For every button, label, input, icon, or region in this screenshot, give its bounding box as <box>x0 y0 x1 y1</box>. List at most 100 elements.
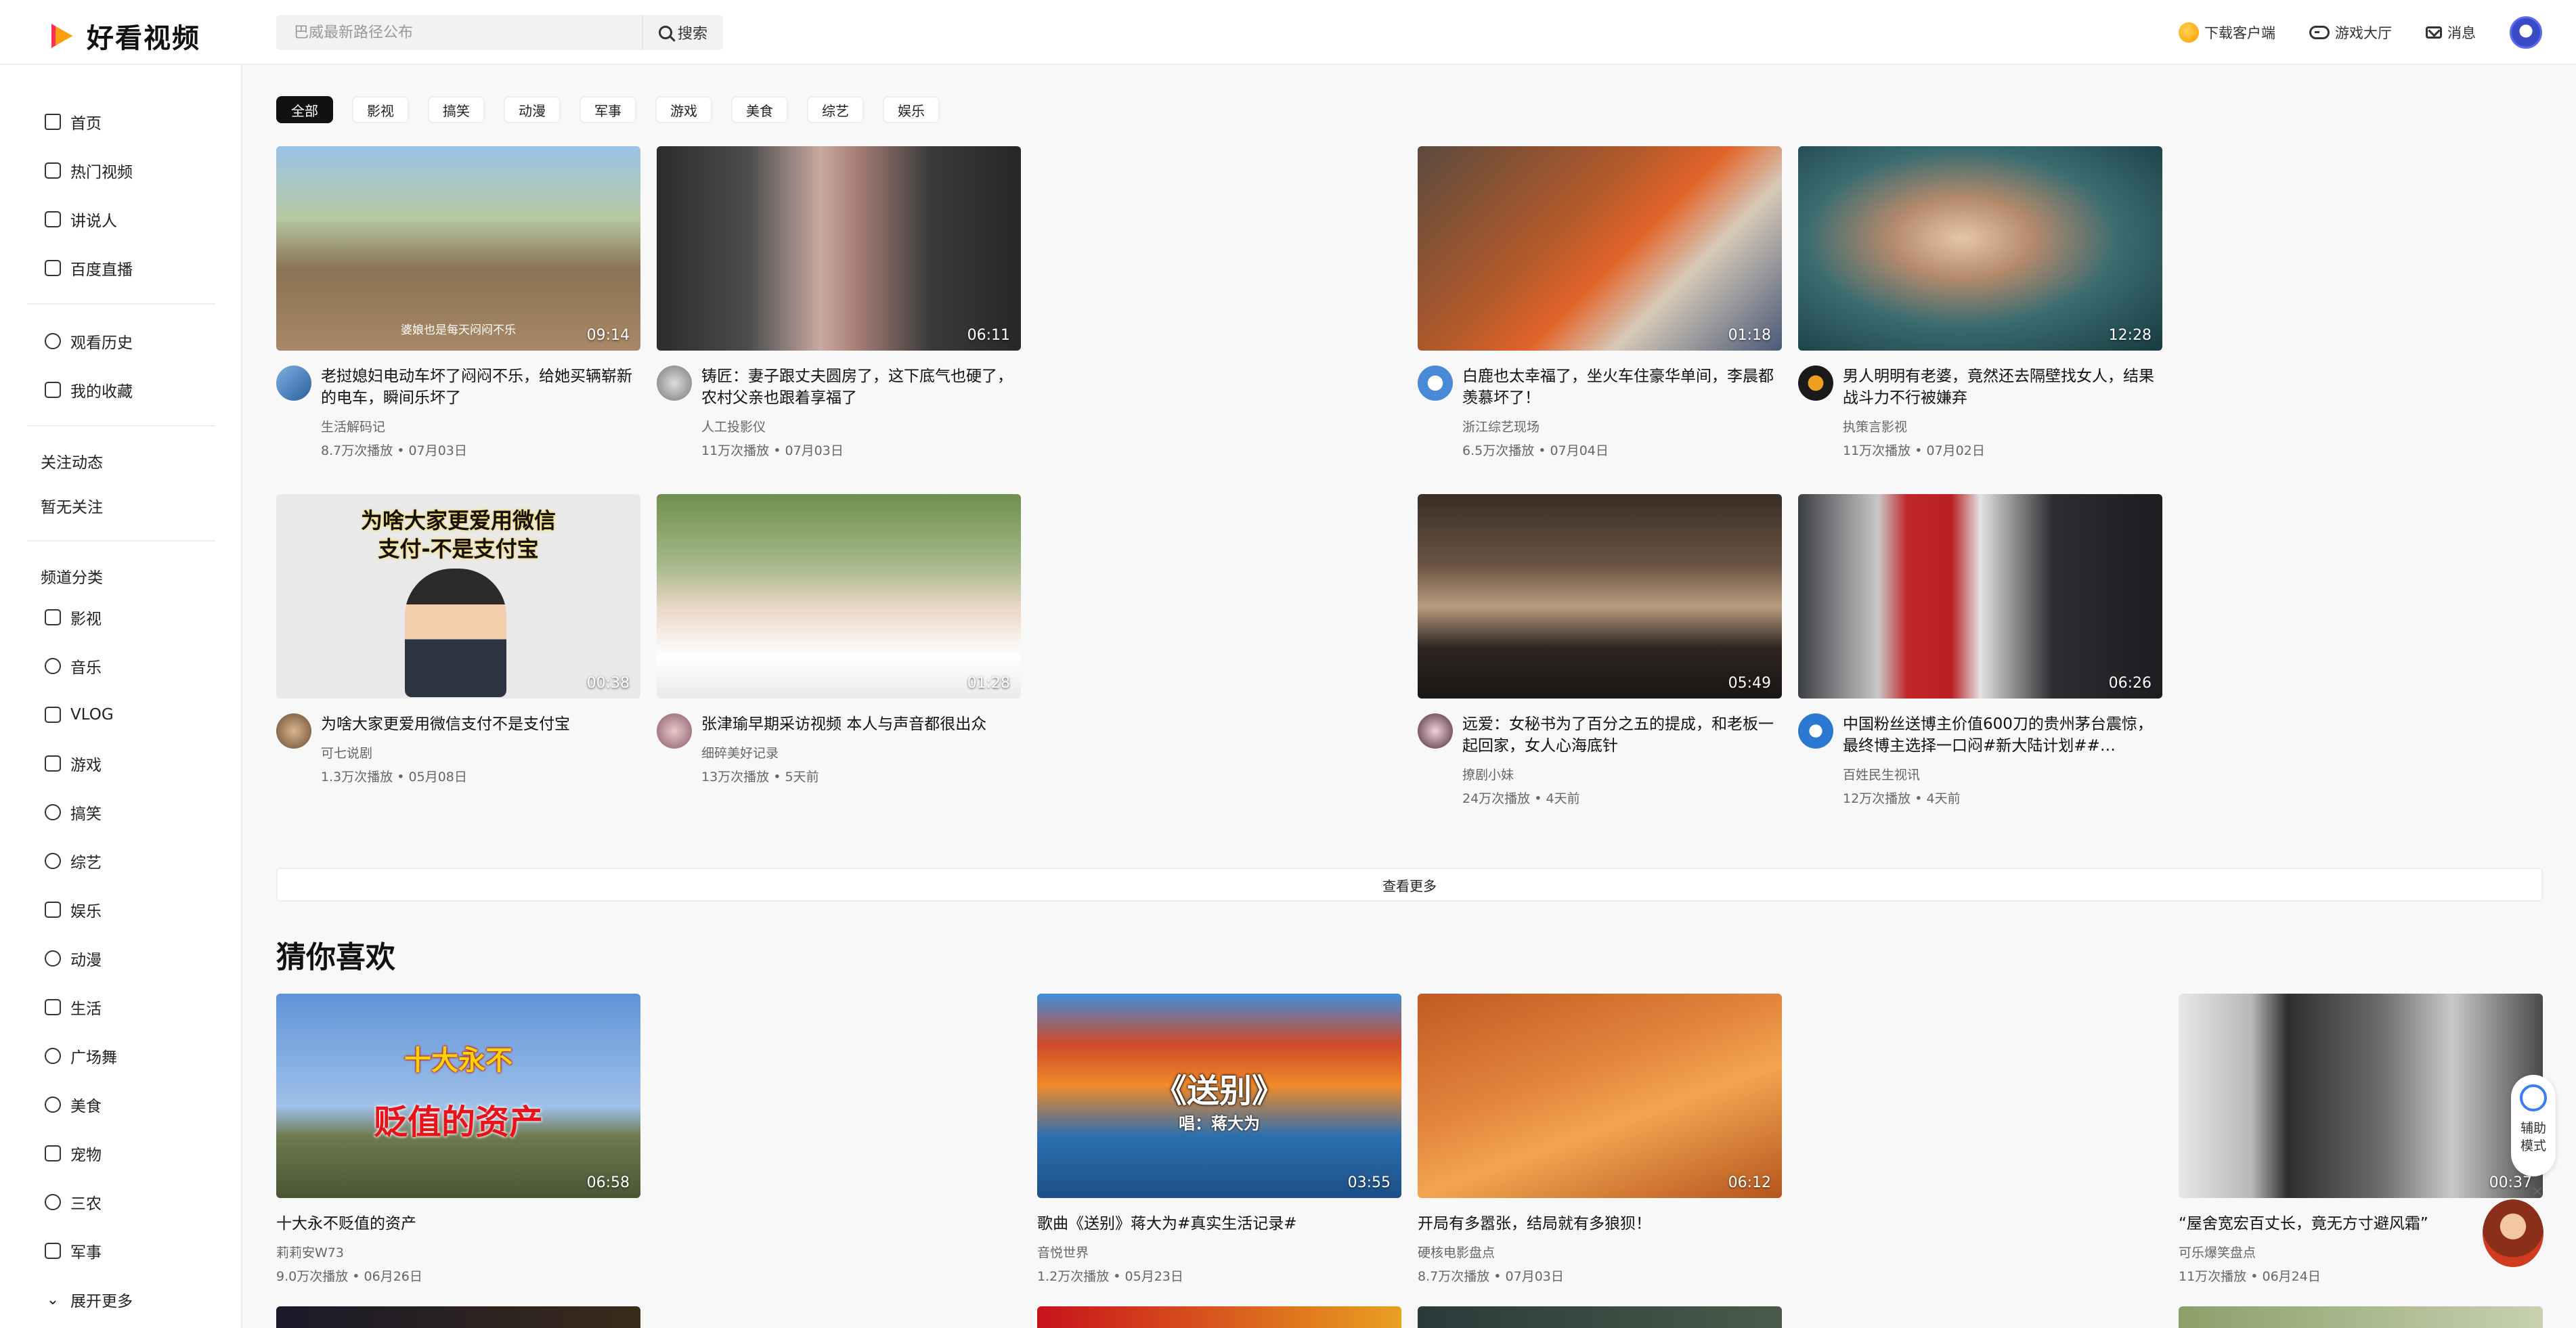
chip-film[interactable]: 影视 <box>352 96 409 123</box>
search-button[interactable]: 搜索 <box>642 15 723 50</box>
video-card[interactable]: 01:28 张津瑜早期采访视频 本人与声音都很出众 细碎美好记录 13万次播放 … <box>657 494 1021 785</box>
sidebar-item-anime[interactable]: 动漫 <box>45 945 102 972</box>
video-thumbnail[interactable]: 十大永不 贬值的资产 06:58 <box>276 994 640 1198</box>
chip-games[interactable]: 游戏 <box>655 96 712 123</box>
sidebar-item-vlog[interactable]: VLOG <box>45 701 114 728</box>
sidebar-item-military[interactable]: 军事 <box>45 1237 102 1264</box>
video-author[interactable]: 音悦世界 <box>1037 1243 1401 1261</box>
messages-button[interactable]: 消息 <box>2426 22 2476 43</box>
search-input[interactable] <box>276 15 642 50</box>
video-author[interactable]: 人工投影仪 <box>701 417 1021 435</box>
chip-variety[interactable]: 综艺 <box>807 96 864 123</box>
video-thumbnail[interactable] <box>276 1306 640 1328</box>
game-hall-button[interactable]: 游戏大厅 <box>2309 22 2392 43</box>
sidebar-item-music[interactable]: 音乐 <box>45 652 102 680</box>
sidebar-item-food[interactable]: 美食 <box>45 1091 102 1118</box>
video-thumbnail[interactable]: 12:28 <box>1798 146 2162 351</box>
video-title[interactable]: 中国粉丝送博主价值600刀的贵州茅台震惊，最终博主选择一口闷#新大陆计划##… <box>1843 713 2162 757</box>
video-title[interactable]: 开局有多嚣张，结局就有多狼狈！ <box>1418 1213 1782 1235</box>
video-thumbnail[interactable] <box>2179 1306 2543 1328</box>
sidebar-item-games[interactable]: 游戏 <box>45 750 102 777</box>
sidebar-item-history[interactable]: 观看历史 <box>45 328 133 355</box>
video-thumbnail[interactable]: 06:12 <box>1418 994 1782 1198</box>
video-thumbnail[interactable]: 00:37 <box>2179 994 2543 1198</box>
video-card[interactable]: 为啥大家更爱用微信 支付-不是支付宝 00:38 为啥大家更爱用微信支付不是支付… <box>276 494 640 785</box>
sidebar-item-film[interactable]: 影视 <box>45 604 102 631</box>
video-thumbnail[interactable]: 06:11 <box>657 146 1021 351</box>
video-thumbnail[interactable]: 05:49 <box>1418 494 1782 699</box>
see-more-button[interactable]: 查看更多 <box>276 868 2543 902</box>
video-title[interactable]: 男人明明有老婆，竟然还去隔壁找女人，结果战斗力不行被嫌弃 <box>1843 366 2162 409</box>
chip-food[interactable]: 美食 <box>731 96 788 123</box>
sidebar-item-favorites[interactable]: 我的收藏 <box>45 376 133 403</box>
sidebar-item-pets[interactable]: 宠物 <box>45 1140 102 1167</box>
video-card[interactable]: 01:18 白鹿也太幸福了，坐火车住豪华单间，李晨都羡慕坏了！ 浙江综艺现场 6… <box>1418 146 1782 459</box>
video-card[interactable]: 《送别》 唱：蒋大为 03:55 歌曲《送别》蒋大为#真实生活记录# 音悦世界 … <box>1037 994 1401 1285</box>
sidebar-item-speakers[interactable]: 讲说人 <box>45 206 117 233</box>
video-title[interactable]: 远爱：女秘书为了百分之五的提成，和老板一起回家，女人心海底针 <box>1462 713 1782 757</box>
video-card[interactable]: 婆娘也是每天闷闷不乐 09:14 老挝媳妇电动车坏了闷闷不乐，给她买辆崭新的电车… <box>276 146 640 459</box>
logo[interactable]: 好看视频 <box>49 16 200 56</box>
video-thumbnail[interactable]: 01:18 <box>1418 146 1782 351</box>
video-card[interactable]: 06:11 铸匠：妻子跟丈夫圆房了，这下底气也硬了，农村父亲也跟着享福了 人工投… <box>657 146 1021 459</box>
video-author[interactable]: 浙江综艺现场 <box>1462 417 1782 435</box>
video-thumbnail[interactable]: 《送别》 唱：蒋大为 03:55 <box>1037 994 1401 1198</box>
user-avatar[interactable] <box>2510 16 2542 49</box>
uploader-avatar[interactable] <box>276 366 311 401</box>
sidebar-item-live[interactable]: 百度直播 <box>45 254 133 282</box>
video-title[interactable]: 老挝媳妇电动车坏了闷闷不乐，给她买辆崭新的电车，瞬间乐坏了 <box>321 366 640 409</box>
close-icon[interactable]: × <box>2531 1183 2544 1200</box>
video-author[interactable]: 可七说剧 <box>321 743 640 761</box>
sidebar-item-funny[interactable]: 搞笑 <box>45 799 102 826</box>
video-card[interactable]: 12:28 男人明明有老婆，竟然还去隔壁找女人，结果战斗力不行被嫌弃 执策言影视… <box>1798 146 2162 459</box>
video-card[interactable]: 05:49 远爱：女秘书为了百分之五的提成，和老板一起回家，女人心海底针 撩剧小… <box>1418 494 1782 807</box>
sidebar-item-variety[interactable]: 综艺 <box>45 847 102 875</box>
download-client-button[interactable]: 下载客户端 <box>2179 22 2275 43</box>
promo-mascot[interactable] <box>2483 1199 2544 1267</box>
video-author[interactable]: 执策言影视 <box>1843 417 2162 435</box>
video-author[interactable]: 生活解码记 <box>321 417 640 435</box>
chip-all[interactable]: 全部 <box>276 96 333 123</box>
view-count: 24万次播放 <box>1462 791 1531 806</box>
uploader-avatar[interactable] <box>1418 713 1453 749</box>
video-title[interactable]: 为啥大家更爱用微信支付不是支付宝 <box>321 713 640 735</box>
video-card[interactable]: 06:12 开局有多嚣张，结局就有多狼狈！ 硬核电影盘点 8.7万次播放 • 0… <box>1418 994 1782 1285</box>
video-card[interactable]: 06:26 中国粉丝送博主价值600刀的贵州茅台震惊，最终博主选择一口闷#新大陆… <box>1798 494 2162 807</box>
sidebar-item-agriculture[interactable]: 三农 <box>45 1189 102 1216</box>
sidebar-item-square-dance[interactable]: 广场舞 <box>45 1042 117 1069</box>
uploader-avatar[interactable] <box>1798 366 1833 401</box>
video-thumbnail[interactable]: 婆娘也是每天闷闷不乐 09:14 <box>276 146 640 351</box>
video-thumbnail[interactable] <box>1037 1306 1401 1328</box>
sidebar-item-life[interactable]: 生活 <box>45 994 102 1021</box>
assist-mode-button[interactable]: 辅助模式 <box>2511 1075 2556 1176</box>
sidebar-item-home[interactable]: 首页 <box>45 108 102 135</box>
chip-military[interactable]: 军事 <box>580 96 636 123</box>
video-thumbnail[interactable] <box>1418 1306 1782 1328</box>
video-title[interactable]: 张津瑜早期采访视频 本人与声音都很出众 <box>701 713 1021 735</box>
uploader-avatar[interactable] <box>657 713 692 749</box>
sidebar-expand-more[interactable]: ⌄ 展开更多 <box>45 1286 133 1313</box>
video-author[interactable]: 细碎美好记录 <box>701 743 1021 761</box>
uploader-avatar[interactable] <box>1418 366 1453 401</box>
video-thumbnail[interactable]: 06:26 <box>1798 494 2162 699</box>
video-author[interactable]: 莉莉安W73 <box>276 1243 640 1261</box>
uploader-avatar[interactable] <box>1798 713 1833 749</box>
chip-funny[interactable]: 搞笑 <box>428 96 485 123</box>
pet-icon <box>45 1145 61 1161</box>
uploader-avatar[interactable] <box>276 713 311 749</box>
video-author[interactable]: 硬核电影盘点 <box>1418 1243 1782 1261</box>
chip-entertainment[interactable]: 娱乐 <box>883 96 940 123</box>
video-thumbnail[interactable]: 01:28 <box>657 494 1021 699</box>
chip-anime[interactable]: 动漫 <box>504 96 561 123</box>
uploader-avatar[interactable] <box>657 366 692 401</box>
video-author[interactable]: 撩剧小妹 <box>1462 765 1782 783</box>
video-title[interactable]: 十大永不贬值的资产 <box>276 1213 640 1235</box>
video-title[interactable]: 铸匠：妻子跟丈夫圆房了，这下底气也硬了，农村父亲也跟着享福了 <box>701 366 1021 409</box>
video-thumbnail[interactable]: 为啥大家更爱用微信 支付-不是支付宝 00:38 <box>276 494 640 699</box>
video-title[interactable]: 白鹿也太幸福了，坐火车住豪华单间，李晨都羡慕坏了！ <box>1462 366 1782 409</box>
video-card[interactable]: 十大永不 贬值的资产 06:58 十大永不贬值的资产 莉莉安W73 9.0万次播… <box>276 994 640 1285</box>
video-title[interactable]: 歌曲《送别》蒋大为#真实生活记录# <box>1037 1213 1401 1235</box>
video-author[interactable]: 百姓民生视讯 <box>1843 765 2162 783</box>
sidebar-item-entertainment[interactable]: 娱乐 <box>45 896 102 923</box>
sidebar-item-hot[interactable]: 热门视频 <box>45 157 133 184</box>
